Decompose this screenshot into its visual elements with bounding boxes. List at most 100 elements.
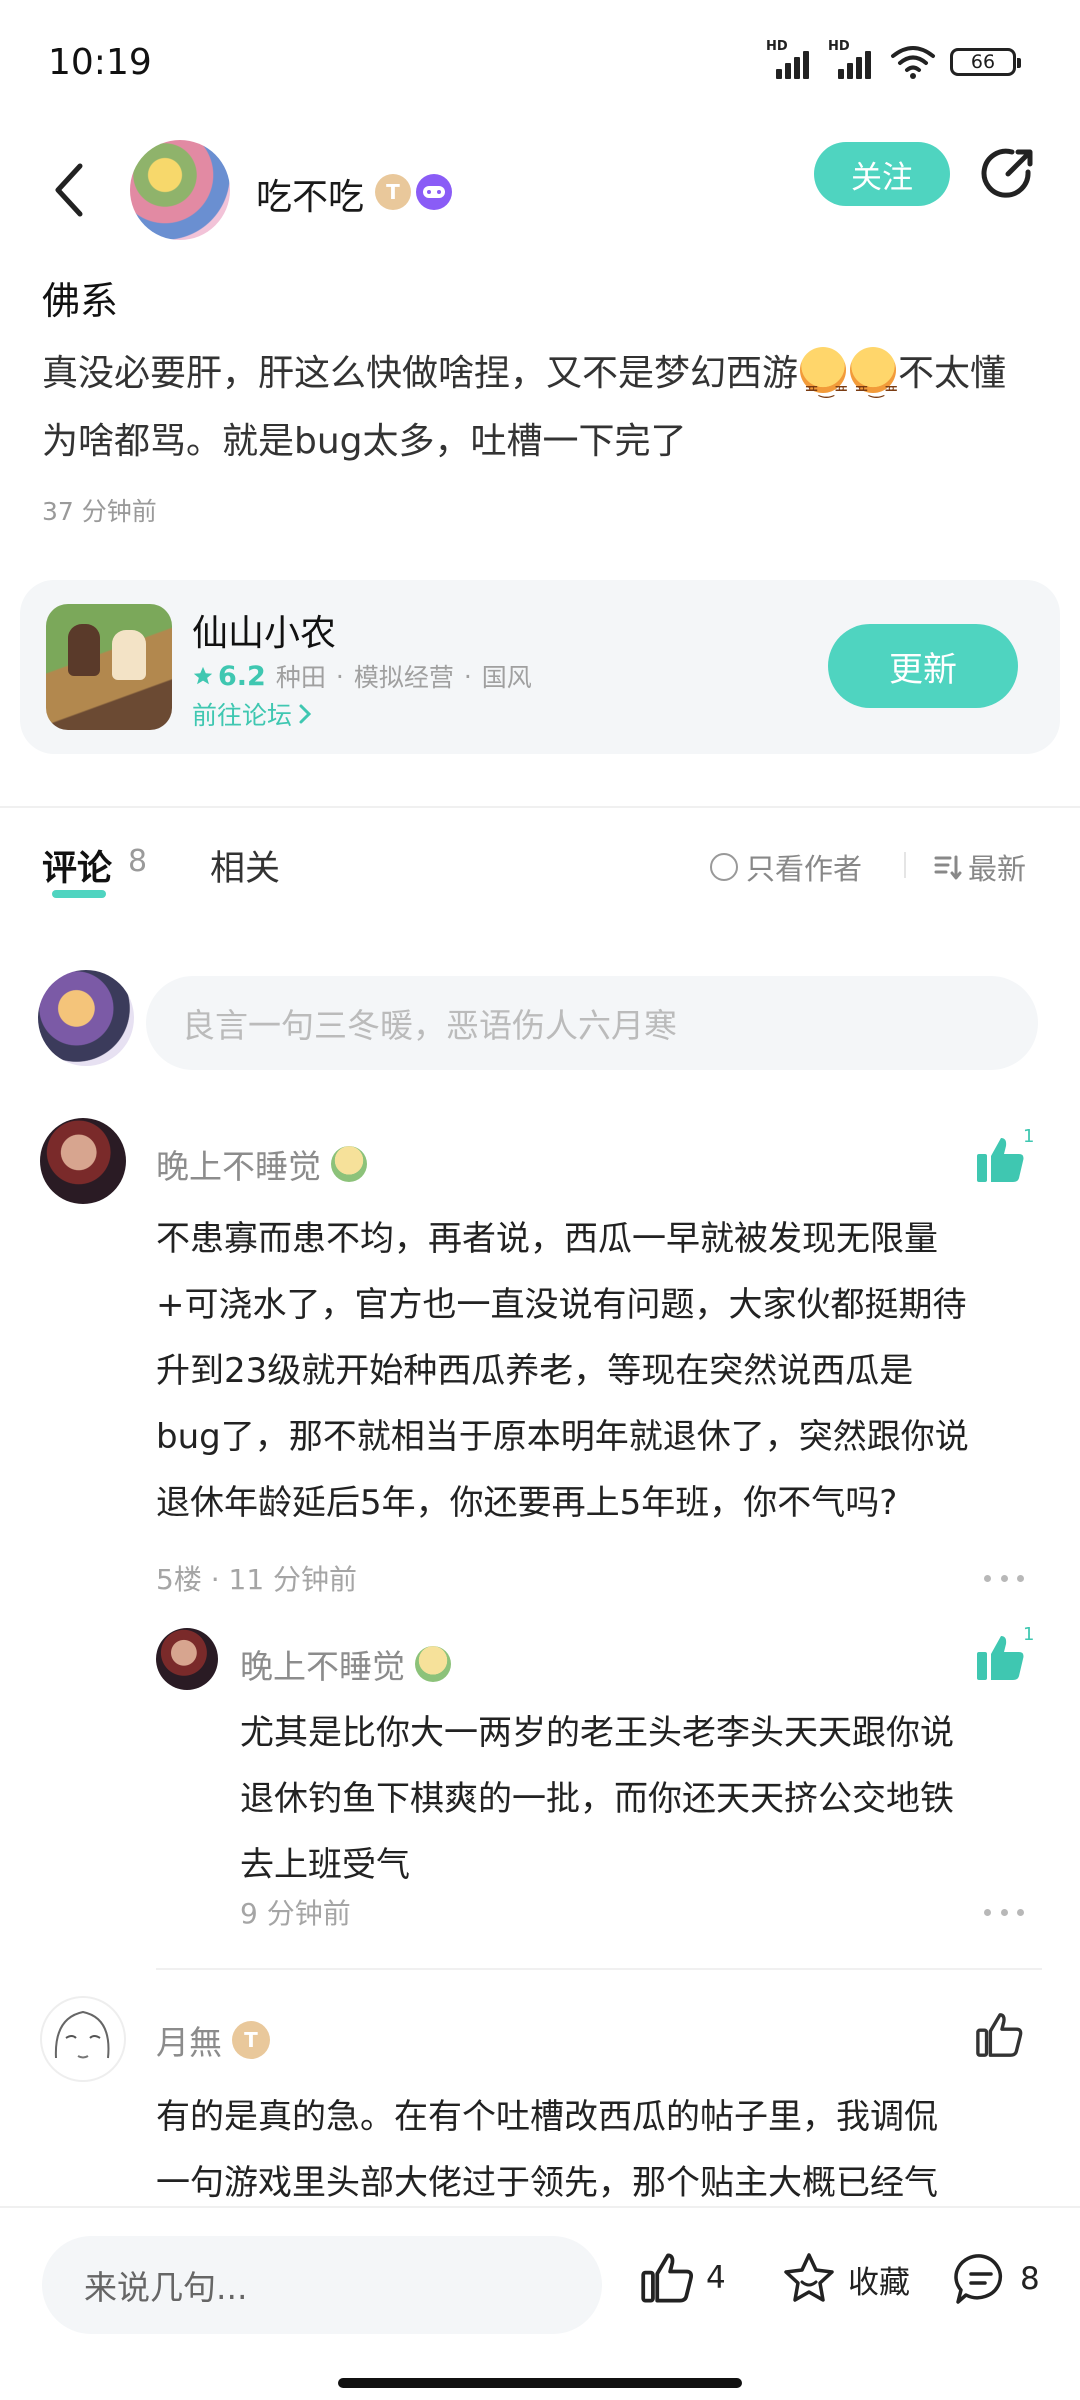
game-name[interactable]: 仙山小农: [192, 604, 336, 656]
comment-line: +可浇水了，官方也一直没说有问题，大家伙都挺期待: [156, 1285, 967, 1325]
comment-body: 有的是真的急。在有个吐槽改西瓜的帖子里，我调侃 一句游戏里头部大佬过于领先，那个…: [156, 2084, 1046, 2216]
post-header: 吃不吃 T 关注: [0, 130, 1080, 250]
game-tag: 国风: [481, 663, 532, 692]
level-badge-label: T: [244, 2028, 258, 2052]
reply-like-button[interactable]: 1: [975, 1624, 1035, 1692]
commenter-name[interactable]: 晚上不睡觉: [156, 1140, 367, 1188]
like-count: 1: [1023, 1126, 1035, 1147]
post-body: 真没必要肝，肝这么快做啥捏，又不是梦幻西游不太懂为啥都骂。就是bug太多，吐槽一…: [42, 340, 1042, 476]
battery-level: 66: [970, 51, 996, 73]
tag-separator: ·: [463, 661, 472, 691]
game-icon[interactable]: [46, 604, 172, 730]
avatar-badge-icon: [331, 1146, 367, 1182]
radio-icon: [710, 853, 738, 881]
status-icons: HD HD 66: [766, 39, 1021, 80]
avatar-badge-icon: [415, 1646, 451, 1682]
tab-comments[interactable]: 评论: [42, 840, 112, 891]
gamepad-badge-icon: [416, 174, 452, 210]
active-tab-indicator: [52, 890, 106, 898]
reply-body: 尤其是比你大一两岁的老王头老李头天天跟你说 退休钓鱼下棋爽的一批，而你还天天挤公…: [240, 1700, 1040, 1898]
cell-signal-icon: HD: [828, 39, 876, 79]
like-post-button[interactable]: 4: [640, 2250, 726, 2306]
home-indicator[interactable]: [338, 2378, 742, 2388]
reply-user-name[interactable]: 晚上不睡觉: [240, 1640, 451, 1688]
comment-line: 升到23级就开始种西瓜养老，等现在突然说西瓜是: [156, 1351, 914, 1391]
wifi-icon: [891, 46, 935, 79]
back-button[interactable]: [44, 150, 94, 230]
game-rating: 6.2: [192, 661, 266, 692]
sketch-avatar-icon: [54, 2010, 110, 2059]
sort-label: 最新: [968, 852, 1027, 886]
commenter-name-text: 月無: [156, 2023, 222, 2062]
author-avatar[interactable]: [130, 140, 230, 240]
game-meta: 6.2 种田 · 模拟经营 · 国风: [192, 658, 532, 694]
thumbs-up-icon: [976, 2013, 1023, 2057]
update-button[interactable]: 更新: [828, 624, 1018, 708]
comment-input[interactable]: 良言一句三冬暖，恶语伤人六月寒: [146, 976, 1038, 1070]
level-badge-label: T: [386, 180, 400, 204]
comments-count: 8: [128, 844, 148, 879]
sort-icon: [934, 855, 962, 880]
post-like-count: 4: [706, 2260, 726, 2296]
bottom-action-bar: 来说几句... 4 收藏 8: [0, 2206, 1080, 2400]
follow-button[interactable]: 关注: [814, 142, 950, 206]
reply-avatar[interactable]: [156, 1628, 218, 1690]
reply-line: 去上班受气: [240, 1845, 410, 1885]
level-badge: T: [375, 174, 411, 210]
cell-signal-icon: HD: [766, 39, 814, 79]
section-divider: [0, 806, 1080, 808]
say-something-input[interactable]: 来说几句...: [42, 2236, 602, 2334]
comment-body: 不患寡而患不均，再者说，西瓜一早就被发现无限量 +可浇水了，官方也一直没说有问题…: [156, 1206, 1046, 1536]
comment-line: bug了，那不就相当于原本明年就退休了，突然跟你说: [156, 1417, 969, 1457]
star-icon: [193, 666, 213, 685]
goto-forum-label: 前往论坛: [192, 701, 293, 730]
game-tag: 种田: [275, 663, 326, 692]
tab-related[interactable]: 相关: [210, 840, 280, 891]
favorite-label: 收藏: [848, 2264, 910, 2301]
game-rating-value: 6.2: [218, 660, 266, 692]
laughing-emoji-icon: [800, 347, 849, 423]
comments-button[interactable]: 8: [952, 2250, 1040, 2308]
status-time: 10:19: [48, 42, 152, 83]
status-bar: 10:19 HD HD 66: [0, 0, 1080, 130]
comment-input-placeholder: 良言一句三冬暖，恶语伤人六月寒: [182, 1006, 677, 1045]
share-icon: [981, 148, 1033, 198]
laughing-emoji-icon: [850, 347, 899, 423]
comment-meta: 5楼 · 11 分钟前: [156, 1563, 358, 1596]
star-outline-icon: [784, 2253, 834, 2302]
my-avatar: [38, 970, 134, 1066]
game-tag: 模拟经营: [353, 663, 454, 692]
only-author-toggle[interactable]: 只看作者: [710, 846, 862, 888]
goto-forum-link[interactable]: 前往论坛: [192, 696, 312, 732]
reply-line: 退休钓鱼下棋爽的一批，而你还天天挤公交地铁: [240, 1779, 954, 1819]
more-options-button[interactable]: [984, 1902, 1024, 1922]
more-options-button[interactable]: [984, 1568, 1024, 1588]
level-badge: T: [232, 2021, 270, 2059]
commenter-avatar[interactable]: [40, 1118, 126, 1204]
divider: [904, 852, 906, 878]
comment-line: 不患寡而患不均，再者说，西瓜一早就被发现无限量: [156, 1219, 938, 1259]
sort-button[interactable]: 最新: [934, 846, 1026, 888]
reply-meta: 9 分钟前: [240, 1897, 351, 1930]
commenter-name[interactable]: 月無 T: [156, 2016, 270, 2064]
thumbs-up-filled-icon: [977, 1636, 1024, 1680]
hd-label: HD: [828, 39, 850, 54]
comment-line: 退休年龄延后5年，你还要再上5年班，你不气吗?: [156, 1483, 898, 1523]
commenter-avatar[interactable]: [40, 1996, 126, 2082]
chevron-left-icon: [55, 163, 83, 217]
like-button[interactable]: [975, 2010, 1035, 2070]
favorite-button[interactable]: 收藏: [780, 2250, 910, 2308]
only-author-label: 只看作者: [746, 852, 863, 886]
author-name[interactable]: 吃不吃: [256, 168, 364, 220]
like-button[interactable]: 1: [975, 1126, 1035, 1194]
comment-tabs: 评论 8 相关 只看作者 最新: [0, 840, 1080, 910]
chevron-right-icon: [299, 704, 312, 724]
reply-user-name-text: 晚上不睡觉: [240, 1647, 405, 1686]
post-time: 37 分钟前: [42, 497, 157, 526]
post-title: 佛系: [42, 279, 119, 323]
reply-line: 尤其是比你大一两岁的老王头老李头天天跟你说: [240, 1713, 954, 1753]
share-button[interactable]: [978, 144, 1038, 204]
tag-separator: ·: [335, 661, 344, 691]
comment-bubble-icon: [954, 2254, 1003, 2304]
game-card[interactable]: 仙山小农 6.2 种田 · 模拟经营 · 国风 前往论坛 更新: [20, 580, 1060, 754]
